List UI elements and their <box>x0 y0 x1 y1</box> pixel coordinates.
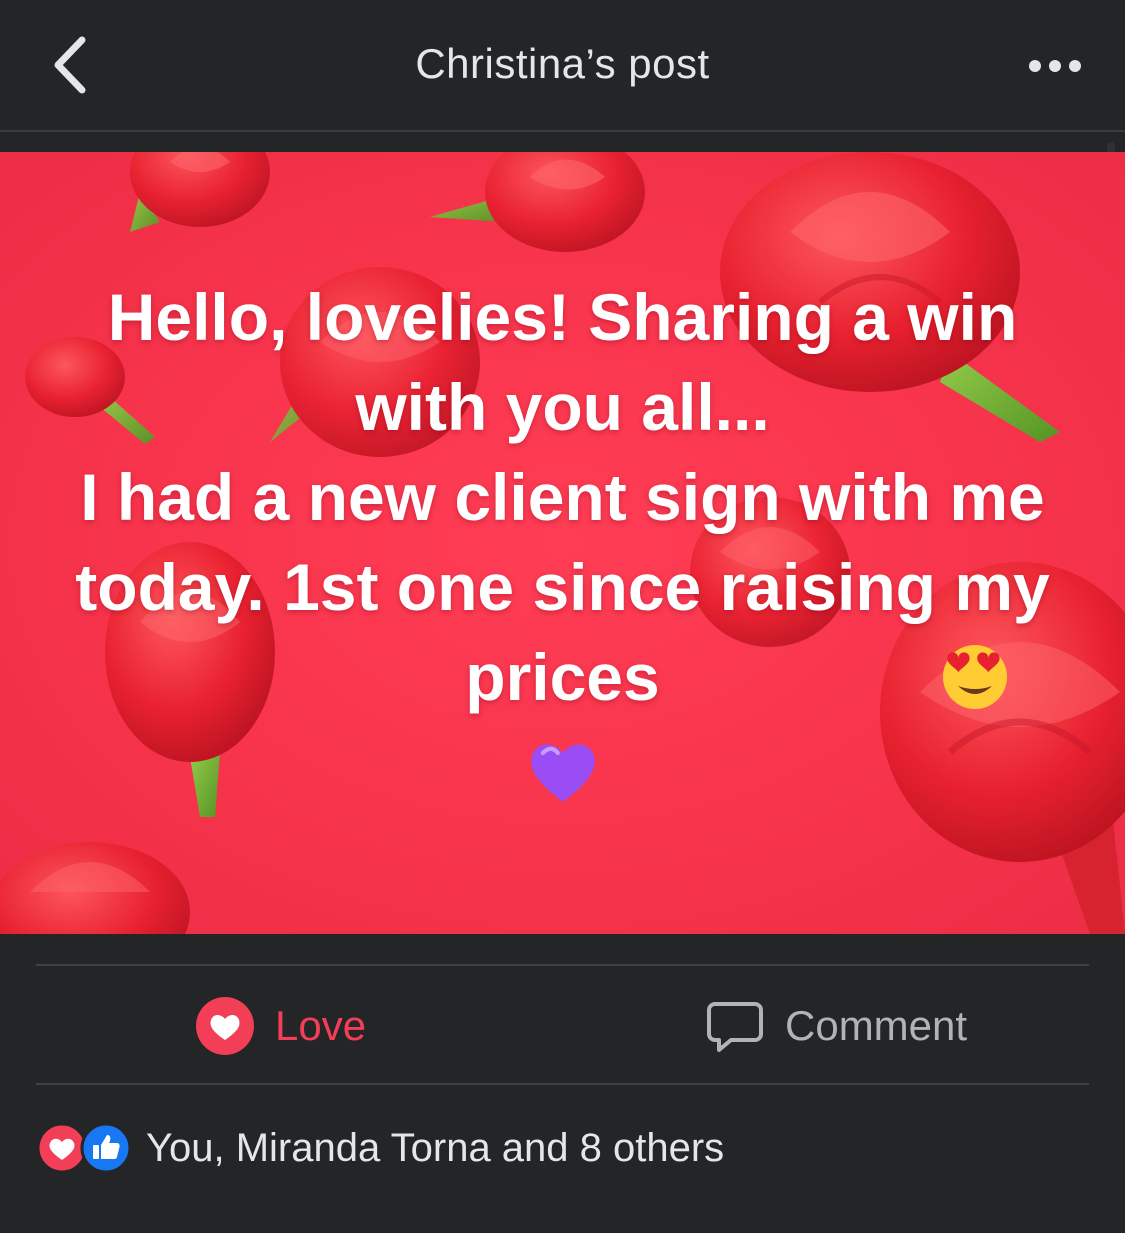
post-card: Hello, lovelies! Sharing a win with you … <box>0 152 1125 934</box>
more-options-button[interactable] <box>1025 48 1085 84</box>
comment-button[interactable]: Comment <box>705 994 967 1058</box>
page-title: Christina’s post <box>415 40 710 87</box>
comment-label: Comment <box>785 1002 968 1049</box>
reaction-icons <box>36 1120 136 1176</box>
emoji-row <box>0 734 1125 808</box>
divider-bottom <box>36 1083 1089 1085</box>
heart-eyes-emoji <box>943 645 1007 709</box>
top-bar: Christina’s post <box>0 0 1125 132</box>
post-text: Hello, lovelies! Sharing a win with you … <box>75 280 1050 714</box>
reactions-text: You, Miranda Torna and 8 others <box>146 1125 725 1170</box>
love-label: Love <box>275 1002 367 1049</box>
reactions-summary[interactable]: You, Miranda Torna and 8 others <box>36 1120 724 1176</box>
love-button[interactable]: Love <box>195 994 366 1058</box>
comment-icon <box>707 1002 763 1052</box>
more-horizontal-icon <box>1029 60 1081 72</box>
divider-top <box>36 964 1089 966</box>
like-reaction-icon <box>80 1122 132 1174</box>
purple-heart-emoji <box>530 744 595 802</box>
love-reaction-icon <box>196 997 254 1055</box>
